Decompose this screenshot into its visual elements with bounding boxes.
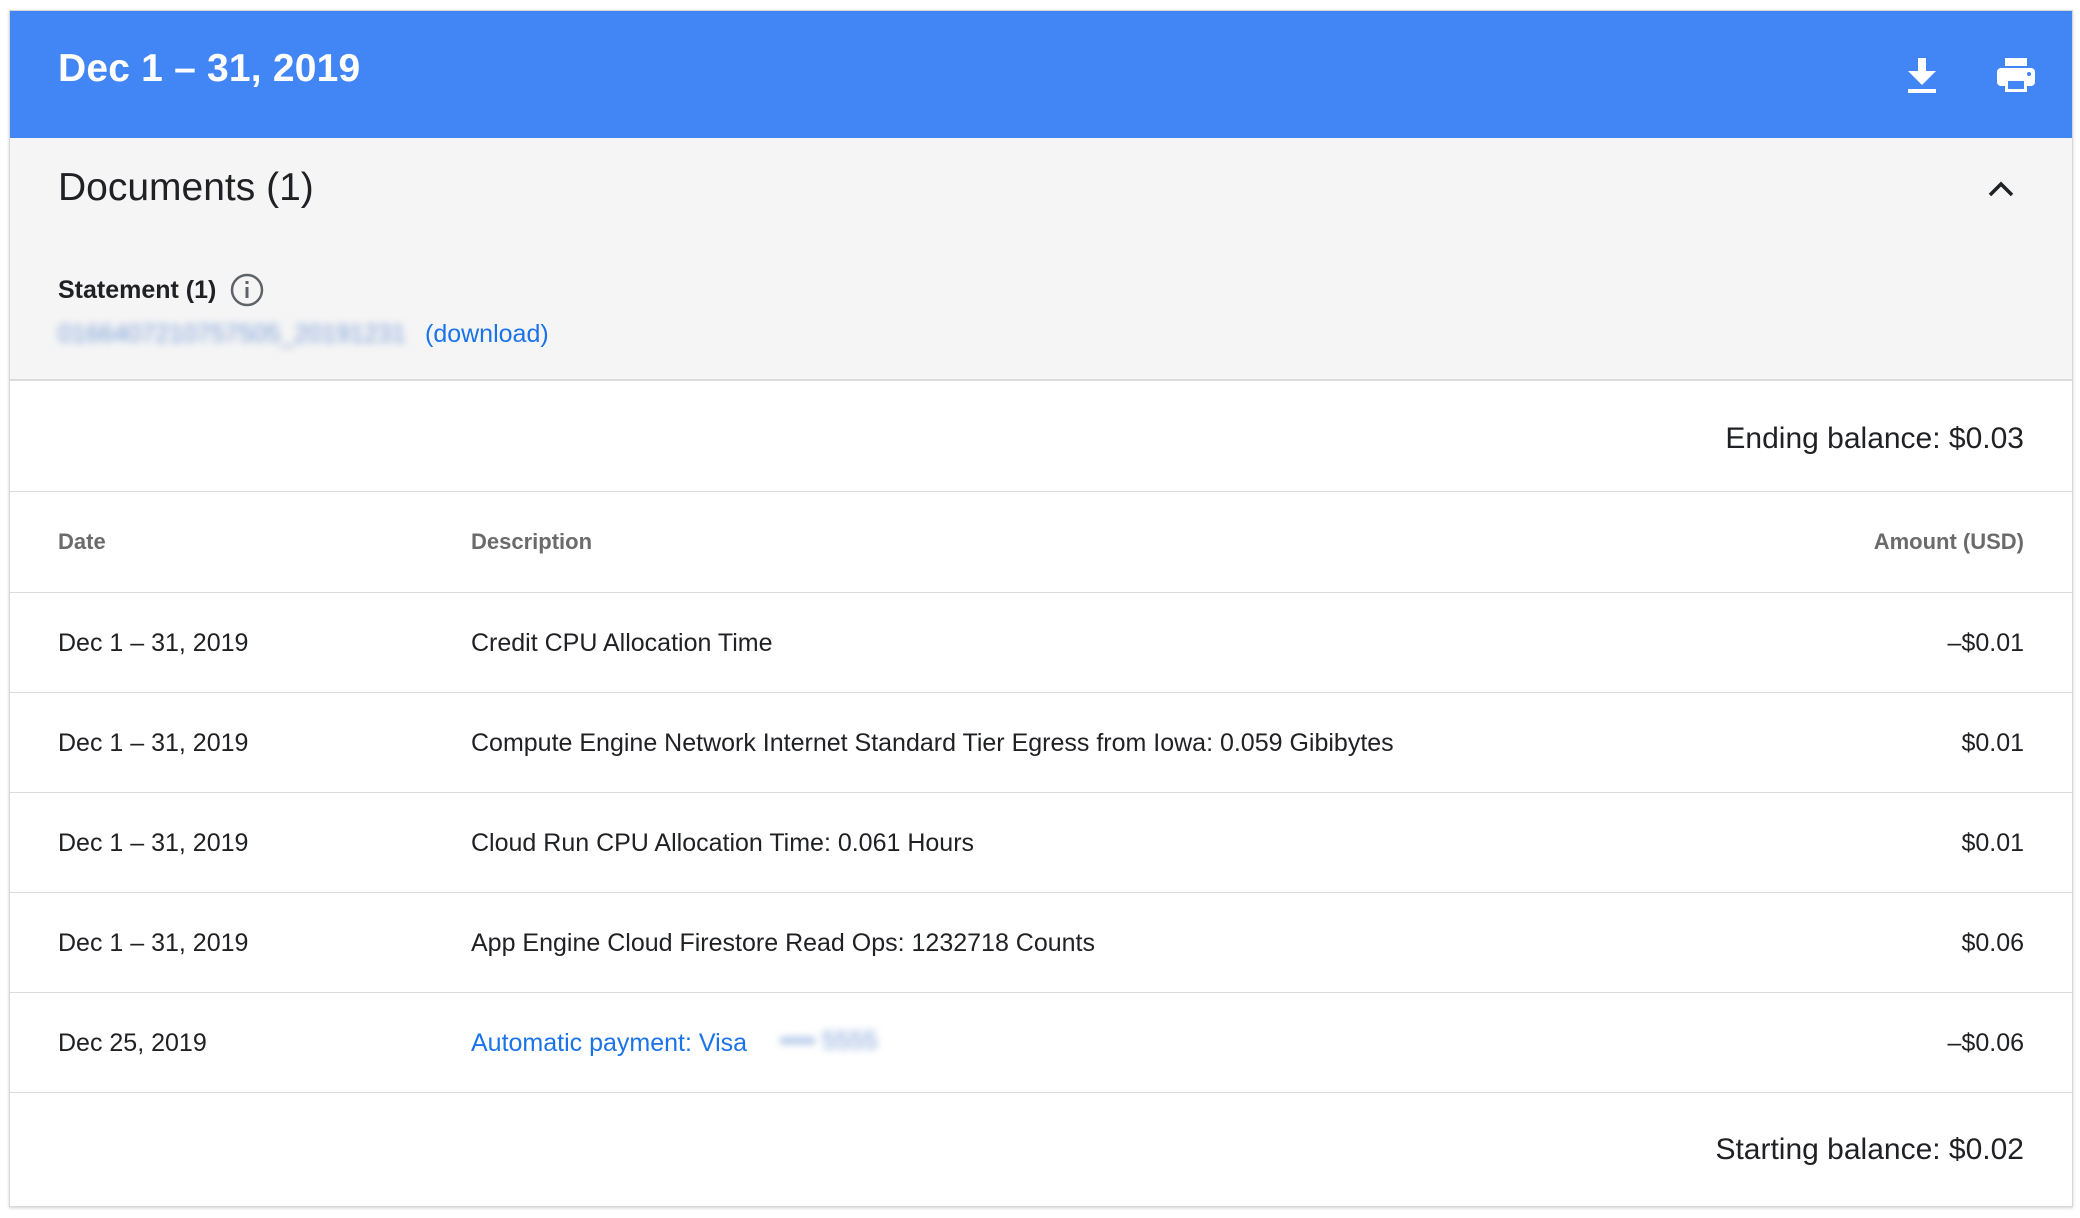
download-icon <box>1908 58 1936 93</box>
row-date: Dec 1 – 31, 2019 <box>58 829 249 857</box>
table-header: Date Description Amount (USD) <box>10 492 2072 593</box>
table-row: Dec 25, 2019 Automatic payment: Visa •••… <box>10 993 2072 1093</box>
row-description: Credit CPU Allocation Time <box>471 629 773 657</box>
statement-header: Dec 1 – 31, 2019 <box>10 11 2072 138</box>
statement-label: Statement (1) <box>58 276 217 304</box>
row-amount: $0.06 <box>1961 929 2024 957</box>
masked-card-number: •••• 5555 <box>780 1027 878 1055</box>
column-header-amount: Amount (USD) <box>1873 529 2024 554</box>
statement-card: Dec 1 – 31, 2019 Documents (1) Statement… <box>9 10 2073 1207</box>
row-description: App Engine Cloud Firestore Read Ops: 123… <box>471 929 1095 957</box>
row-amount: $0.01 <box>1961 829 2024 857</box>
ending-balance: Ending balance: $0.03 <box>1725 422 2024 455</box>
automatic-payment-link[interactable]: Automatic payment: Visa <box>471 1031 747 1056</box>
documents-title: Documents (1) <box>58 166 314 209</box>
row-amount: –$0.01 <box>1947 629 2024 657</box>
ending-balance-row: Ending balance: $0.03 <box>10 381 2072 492</box>
row-date: Dec 1 – 31, 2019 <box>58 729 249 757</box>
row-date: Dec 1 – 31, 2019 <box>58 629 249 657</box>
table-row: Dec 1 – 31, 2019 Compute Engine Network … <box>10 693 2072 793</box>
table-row: Dec 1 – 31, 2019 App Engine Cloud Firest… <box>10 893 2072 993</box>
row-date: Dec 1 – 31, 2019 <box>58 929 249 957</box>
table-row: Dec 1 – 31, 2019 Cloud Run CPU Allocatio… <box>10 793 2072 893</box>
column-header-date: Date <box>58 529 106 554</box>
table-row: Dec 1 – 31, 2019 Credit CPU Allocation T… <box>10 593 2072 693</box>
documents-section: Documents (1) Statement (1) 016640721075… <box>10 138 2072 381</box>
page-title: Dec 1 – 31, 2019 <box>58 47 361 90</box>
column-header-description: Description <box>471 529 593 554</box>
starting-balance: Starting balance: $0.02 <box>1715 1133 2024 1166</box>
print-button[interactable] <box>1990 49 2042 101</box>
download-button[interactable] <box>1896 49 1948 101</box>
info-icon[interactable] <box>229 272 265 308</box>
starting-balance-row: Starting balance: $0.02 <box>10 1093 2072 1206</box>
row-amount: $0.01 <box>1961 729 2024 757</box>
statement-file-link[interactable]: 0166407210757505_20191231 <box>58 322 406 347</box>
statement-download-link[interactable]: (download) <box>425 322 549 347</box>
print-icon <box>1997 58 2035 92</box>
row-amount: –$0.06 <box>1947 1029 2024 1057</box>
collapse-documents-button[interactable] <box>1978 166 2024 212</box>
row-date: Dec 25, 2019 <box>58 1029 207 1057</box>
row-description: Compute Engine Network Internet Standard… <box>471 729 1394 757</box>
row-description: Cloud Run CPU Allocation Time: 0.061 Hou… <box>471 829 975 857</box>
chevron-up-icon <box>1988 181 2014 197</box>
